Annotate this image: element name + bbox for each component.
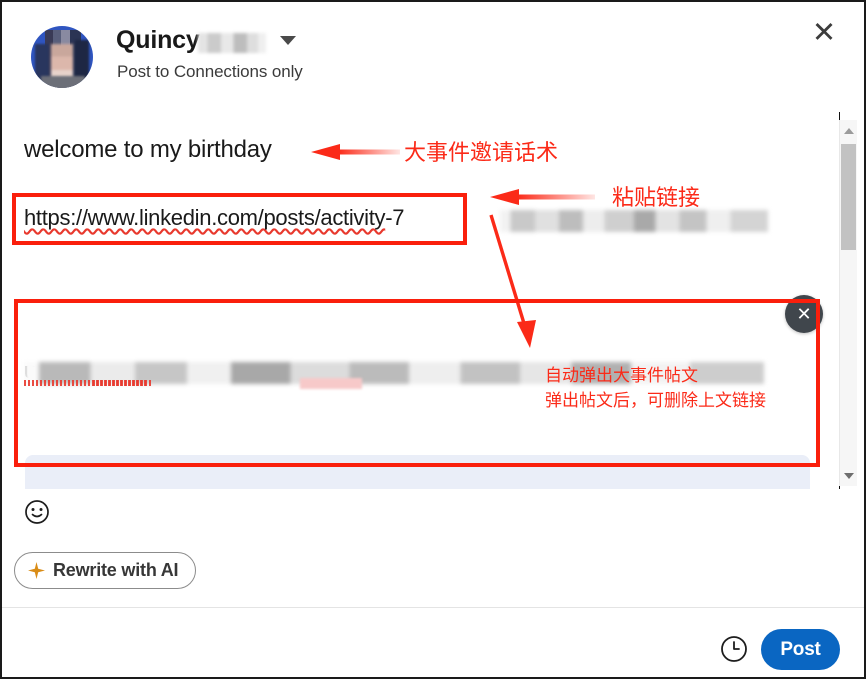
triangle-up-icon[interactable] bbox=[840, 122, 857, 139]
remove-link-preview-button[interactable]: ✕ bbox=[785, 295, 823, 333]
clock-icon[interactable] bbox=[719, 634, 749, 664]
visibility-label[interactable]: Post to Connections only bbox=[117, 62, 303, 82]
post-url-text: https://www.linkedin.com/posts/activity bbox=[24, 205, 386, 230]
window-top-border bbox=[0, 0, 866, 2]
spellcheck-underline-2 bbox=[93, 380, 151, 386]
avatar[interactable] bbox=[31, 26, 93, 88]
post-url-line[interactable]: https://www.linkedin.com/posts/activity-… bbox=[24, 205, 404, 231]
author-name: Quincy bbox=[116, 26, 200, 54]
sparkle-icon bbox=[28, 562, 45, 579]
post-url-suffix: -7 bbox=[385, 205, 405, 230]
composer-header: Quincy Post to Connections only ✕ bbox=[0, 0, 866, 112]
editor-scrollbar[interactable] bbox=[839, 120, 857, 486]
chevron-down-icon[interactable] bbox=[279, 36, 296, 45]
avatar-shirt bbox=[41, 76, 85, 88]
close-icon[interactable]: ✕ bbox=[804, 13, 844, 53]
post-composer-dialog: Quincy Post to Connections only ✕ welcom… bbox=[0, 0, 866, 679]
post-button[interactable]: Post bbox=[761, 629, 840, 670]
post-text[interactable]: welcome to my birthday bbox=[24, 136, 272, 164]
composer-footer: Post bbox=[0, 609, 866, 679]
author-selector[interactable]: Quincy bbox=[116, 28, 296, 53]
post-url-redaction-1 bbox=[500, 210, 768, 232]
post-url-redaction-highlight bbox=[300, 378, 362, 389]
rewrite-with-ai-label: Rewrite with AI bbox=[53, 560, 179, 580]
scrollbar-thumb[interactable] bbox=[841, 144, 856, 250]
rewrite-with-ai-button[interactable]: Rewrite with AI bbox=[14, 552, 197, 589]
emoji-smiley-icon[interactable] bbox=[24, 499, 50, 525]
toolbar-divider bbox=[0, 607, 866, 608]
composer-toolbar: Rewrite with AI bbox=[0, 489, 866, 608]
link-preview-card[interactable] bbox=[25, 455, 810, 489]
post-editor[interactable]: welcome to my birthday https://www.linke… bbox=[0, 112, 836, 489]
author-name-redaction bbox=[197, 32, 266, 53]
triangle-down-icon[interactable] bbox=[840, 467, 857, 484]
window-left-border bbox=[0, 0, 2, 679]
